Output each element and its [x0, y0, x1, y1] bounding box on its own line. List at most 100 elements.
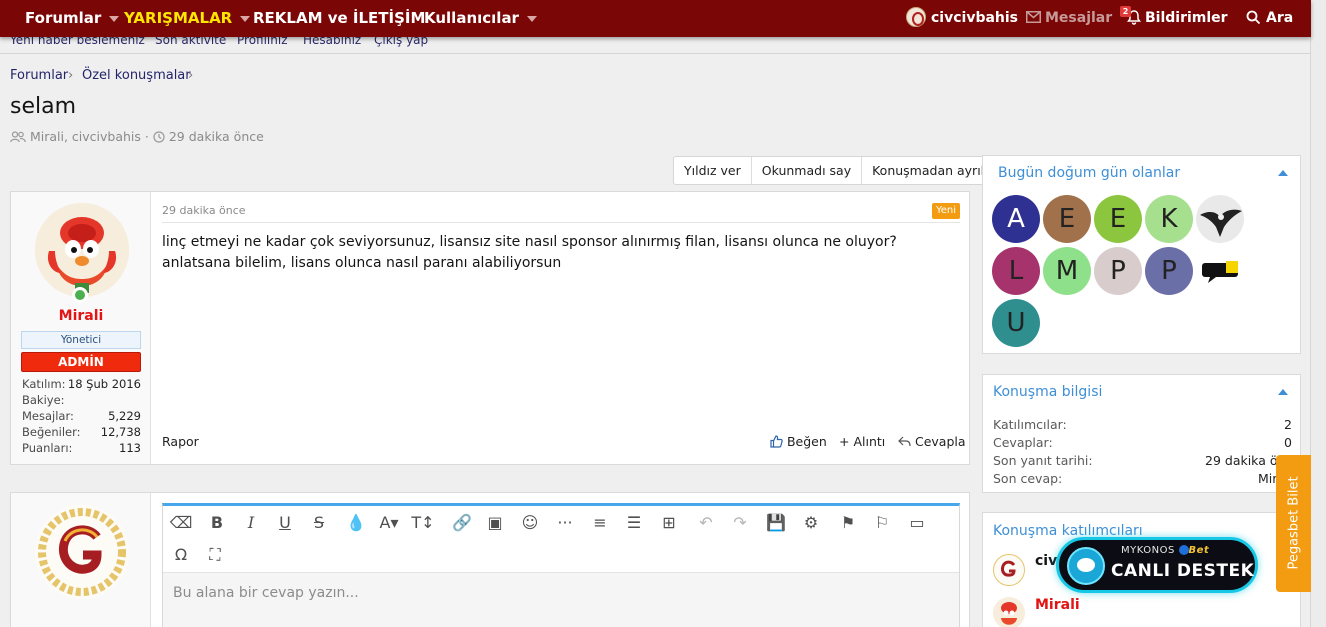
- text-height-icon[interactable]: T↕: [411, 513, 435, 533]
- breadcrumb-conversations[interactable]: Özel konuşmalar: [82, 68, 191, 83]
- avatar[interactable]: E: [1043, 195, 1091, 243]
- star-button[interactable]: Yıldız ver: [674, 157, 751, 184]
- online-status-icon: [72, 287, 88, 303]
- avatar[interactable]: P: [1094, 247, 1142, 295]
- eagle-avatar-image: [1196, 195, 1244, 243]
- avatar: [906, 7, 926, 27]
- chevron-down-icon[interactable]: [240, 15, 251, 22]
- bold-icon[interactable]: B: [205, 513, 229, 533]
- quote-button[interactable]: + Alıntı: [839, 434, 885, 449]
- font-size-icon[interactable]: A▾: [377, 513, 401, 533]
- info-row: Son yanıt tarihi: 29 dakika ön: [993, 453, 1286, 468]
- message-body: linç etmeyi ne kadar çok seviyorsunuz, l…: [162, 234, 897, 271]
- underline-icon[interactable]: U: [273, 513, 297, 533]
- participant-name[interactable]: Mirali: [1035, 597, 1080, 613]
- conversation-meta: Mirali, civcivbahis · 29 dakika önce: [10, 129, 264, 144]
- message-date[interactable]: 29 dakika önce: [162, 204, 246, 217]
- gear-icon[interactable]: ⚙: [799, 513, 823, 533]
- avatar[interactable]: A: [992, 195, 1040, 243]
- block-title[interactable]: Konuşma bilgisi: [993, 384, 1102, 400]
- cartoon-avatar-image: [35, 203, 129, 297]
- ball-icon: [1178, 545, 1189, 555]
- avatar[interactable]: U: [992, 299, 1040, 347]
- chevron-down-icon[interactable]: [109, 15, 120, 22]
- search-link[interactable]: Ara: [1246, 0, 1293, 37]
- reply-block: ⌫ B I U S 💧 A▾ T↕ 🔗 ▣ ☺ ··· ≡ ☰ ⊞ ↶ ↷ 💾 …: [10, 492, 970, 627]
- conversation-actions: Yıldız ver Okunmadı say Konuşmadan ayrıl: [673, 156, 996, 185]
- avatar[interactable]: [1196, 195, 1244, 243]
- more-icon[interactable]: ···: [553, 513, 577, 533]
- chevron-right-icon: ›: [68, 68, 74, 83]
- message-user: Mirali Yönetici ADMİN Katılım: 18 Şub 201…: [11, 192, 151, 464]
- support-label: CANLI DESTEK: [1111, 561, 1255, 581]
- list-icon[interactable]: ☰: [622, 513, 646, 533]
- mark-unread-button[interactable]: Okunmadı say: [750, 157, 861, 184]
- info-row: Son cevap: Mir: [993, 471, 1278, 486]
- avatar[interactable]: [35, 203, 129, 297]
- align-icon[interactable]: ≡: [588, 513, 612, 533]
- avatar[interactable]: [35, 505, 129, 599]
- chevron-down-icon[interactable]: [526, 15, 537, 22]
- nav-contests[interactable]: YARIŞMALAR: [124, 0, 251, 37]
- avatar[interactable]: [1196, 247, 1244, 295]
- account-menu[interactable]: civcivbahis: [906, 0, 1018, 37]
- eraser-icon[interactable]: ⌫: [169, 513, 193, 533]
- omega-icon[interactable]: Ω: [169, 545, 193, 565]
- divider: [162, 222, 960, 223]
- avatar[interactable]: [993, 597, 1025, 627]
- cartoon-avatar-image: [1001, 602, 1017, 625]
- nav-forums[interactable]: Forumlar: [25, 0, 120, 37]
- reply-input[interactable]: Bu alana bir cevap yazın...: [163, 572, 959, 627]
- breadcrumb-forums[interactable]: Forumlar: [10, 68, 68, 83]
- conversation-time: 29 dakika önce: [168, 129, 264, 144]
- undo-icon[interactable]: ↶: [694, 513, 718, 533]
- report-link[interactable]: Rapor: [162, 434, 199, 449]
- image-icon[interactable]: ▣: [483, 513, 507, 533]
- collapse-icon[interactable]: [1278, 170, 1288, 176]
- search-icon: [1246, 10, 1261, 24]
- avatar[interactable]: K: [1145, 195, 1193, 243]
- support-brand: MYKONOS Bet: [1121, 545, 1210, 556]
- reply-button[interactable]: Cevapla: [898, 434, 966, 449]
- envelope-icon: [1026, 11, 1041, 23]
- table-icon[interactable]: ⊞: [657, 513, 681, 533]
- user-title: Yönetici: [21, 331, 141, 349]
- nav-ads-contact[interactable]: REKLAM ve İLETİŞİM: [253, 0, 425, 37]
- like-button[interactable]: Beğen: [770, 434, 827, 449]
- nav-users[interactable]: Kullanıcılar: [424, 0, 537, 37]
- top-navigation: Forumlar YARIŞMALAR REKLAM ve İLETİŞİM K…: [0, 0, 1311, 37]
- participants-text[interactable]: Mirali, civcivbahis: [30, 129, 141, 144]
- promo-side-tab[interactable]: Pegasbet Bilet: [1276, 455, 1311, 592]
- redo-icon[interactable]: ↷: [728, 513, 752, 533]
- admin-banner: ADMİN: [21, 352, 141, 372]
- last-reply-user[interactable]: Mir: [1258, 471, 1277, 486]
- avatar[interactable]: [993, 554, 1025, 586]
- avatar[interactable]: E: [1094, 195, 1142, 243]
- alerts-link[interactable]: Bildirimler: [1127, 0, 1228, 37]
- avatar[interactable]: P: [1145, 247, 1193, 295]
- flag-icon[interactable]: ⚑: [836, 513, 860, 533]
- video-icon[interactable]: ▭: [905, 513, 929, 533]
- fullscreen-icon[interactable]: ⛶: [203, 545, 227, 565]
- users-icon: [10, 130, 26, 142]
- thumbs-up-icon: [770, 435, 783, 448]
- avatar[interactable]: L: [992, 247, 1040, 295]
- smiley-icon[interactable]: ☺: [518, 513, 542, 533]
- messages-link[interactable]: Mesajlar: [1026, 0, 1112, 37]
- link-icon[interactable]: 🔗: [450, 513, 474, 533]
- avatar[interactable]: M: [1043, 247, 1091, 295]
- live-support-button[interactable]: MYKONOS Bet CANLI DESTEK: [1056, 537, 1258, 593]
- participant-name[interactable]: civ: [1035, 553, 1057, 569]
- italic-icon[interactable]: I: [239, 513, 263, 533]
- message: Mirali Yönetici ADMİN Katılım: 18 Şub 201…: [10, 191, 970, 465]
- block-title[interactable]: Bugün doğum gün olanlar: [998, 165, 1180, 181]
- club-crest-avatar-image: [35, 505, 129, 599]
- save-draft-icon[interactable]: 💾: [764, 513, 788, 533]
- username[interactable]: Mirali: [11, 308, 151, 324]
- collapse-icon[interactable]: [1278, 389, 1288, 395]
- chat-bubble-icon: [1067, 547, 1105, 585]
- leave-conversation-button[interactable]: Konuşmadan ayrıl: [861, 157, 994, 184]
- checkered-flag-icon[interactable]: ⚐: [870, 513, 894, 533]
- strikethrough-icon[interactable]: S: [307, 513, 331, 533]
- color-drop-icon[interactable]: 💧: [344, 513, 368, 533]
